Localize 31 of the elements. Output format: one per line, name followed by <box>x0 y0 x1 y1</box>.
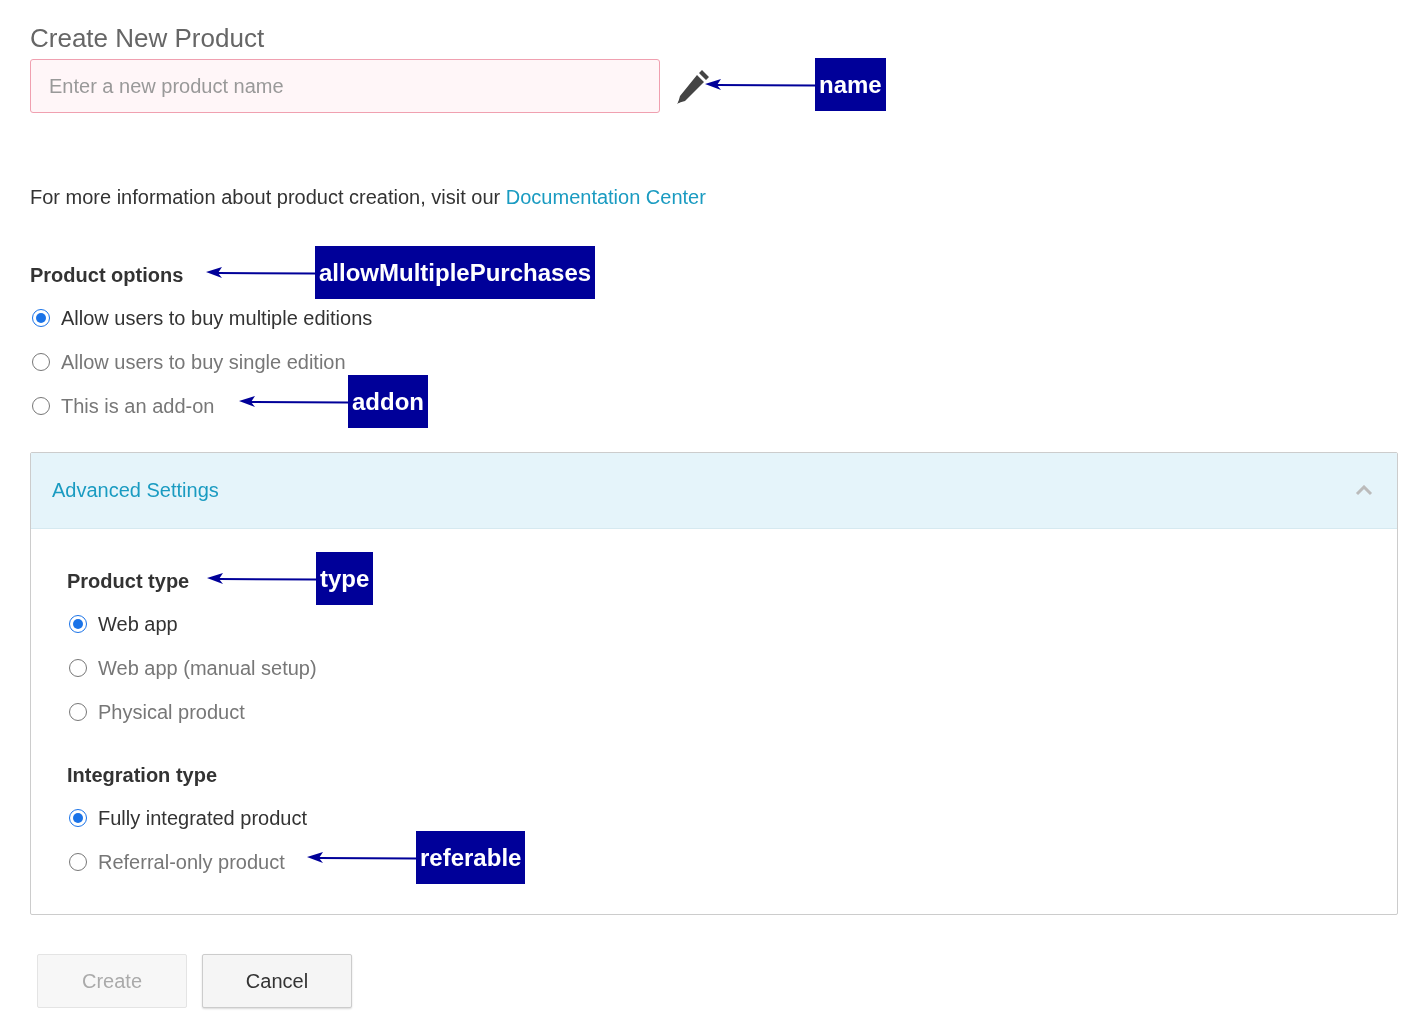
radio-button[interactable] <box>69 853 87 871</box>
page-title: Create New Product <box>30 22 266 54</box>
radio-label[interactable]: Physical product <box>98 700 245 724</box>
radio-label[interactable]: This is an add-on <box>61 394 215 418</box>
radio-button[interactable] <box>32 309 50 327</box>
radio-label[interactable]: Web app <box>98 612 178 636</box>
radio-button[interactable] <box>32 397 50 415</box>
radio-button[interactable] <box>69 615 87 633</box>
annotation-label: name <box>815 58 886 111</box>
radio-button[interactable] <box>69 659 87 677</box>
radio-label[interactable]: Fully integrated product <box>98 806 307 830</box>
annotation-label: allowMultiplePurchases <box>315 246 596 299</box>
radio-button[interactable] <box>69 809 87 827</box>
radio-label[interactable]: Allow users to buy multiple editions <box>61 306 373 330</box>
radio-label[interactable]: Referral-only product <box>98 850 285 874</box>
product-name-field[interactable]: Enter a new product name <box>30 59 660 113</box>
advanced-settings-header[interactable]: Advanced Settings <box>31 453 1397 529</box>
section-label: Product options <box>30 263 184 287</box>
radio-label[interactable]: Allow users to buy single edition <box>61 350 346 374</box>
action-button[interactable]: Cancel <box>202 954 352 1008</box>
radio-label[interactable]: Web app (manual setup) <box>98 656 317 680</box>
annotation-label: type <box>316 552 374 605</box>
annotation-label: addon <box>348 375 428 428</box>
documentation-link[interactable]: Documentation Center <box>505 186 706 208</box>
section-label: Product type <box>67 569 190 593</box>
annotation-label: referable <box>416 831 526 884</box>
info-text: For more information about product creation, visit our Documentation Center <box>30 185 707 209</box>
section-label: Integration type <box>67 763 217 787</box>
radio-button[interactable] <box>69 703 87 721</box>
panel-title[interactable]: Advanced Settings <box>52 479 219 502</box>
radio-button[interactable] <box>32 353 50 371</box>
